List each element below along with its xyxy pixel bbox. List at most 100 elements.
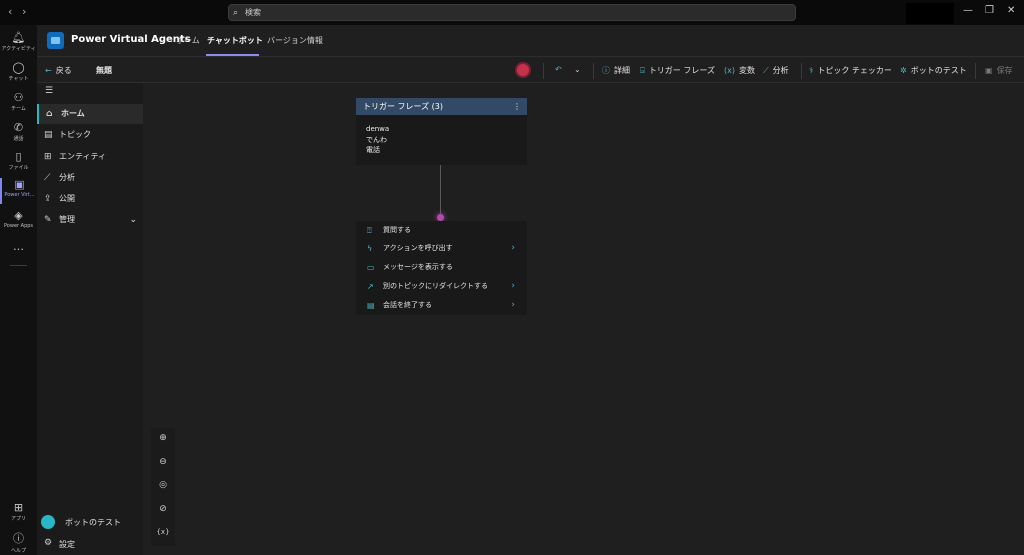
undo-icon[interactable]: ↶: [555, 65, 562, 74]
question-icon: ⍰: [367, 226, 372, 235]
nav-item-home[interactable]: ⌂ ホーム: [37, 104, 143, 124]
menu-item-end-conversation[interactable]: ▤ 会話を終了する ›: [356, 296, 527, 315]
rail-more[interactable]: …: [0, 240, 37, 253]
add-node-menu: ⍰ 質問する ϟ アクションを呼び出す › ▭ メッセージを表示する ↗ 別のトピックに…: [356, 221, 527, 315]
hamburger-menu-icon[interactable]: ☰: [45, 86, 53, 96]
lightning-icon: ϟ: [367, 244, 373, 253]
menu-item-redirect-topic[interactable]: ↗ 別のトピックにリダイレクトする ›: [356, 277, 527, 296]
topic-checker-button[interactable]: ⚕ トピック チェッカー: [809, 65, 892, 76]
bot-avatar-icon: [41, 515, 55, 529]
home-icon: ⌂: [46, 109, 53, 119]
publish-icon: ⇪: [44, 194, 52, 204]
search-icon: ⌕: [233, 8, 239, 18]
nav-item-analytics[interactable]: ⟋ 分析: [37, 168, 143, 188]
settings-link[interactable]: 設定: [59, 539, 75, 550]
toolbar-divider: [543, 63, 544, 79]
tab-chatbot[interactable]: チャットボット: [207, 35, 263, 46]
rail-files[interactable]: ▯ ファイル: [0, 150, 37, 171]
toolbar-divider: [975, 63, 976, 79]
trigger-node-title: トリガー フレーズ (3): [363, 102, 444, 111]
analytics-button[interactable]: ⟋ 分析: [763, 65, 789, 76]
left-navigation: ☰ ⌂ ホーム ▤ トピック ⊞ エンティティ ⟋ 分析 ⇪ 公開 ✎ 管理 ⌄ ボットのテ…: [37, 83, 143, 555]
menu-item-ask-question[interactable]: ⍰ 質問する: [356, 221, 527, 240]
app-rail: 🔔︎ アクティビティ ◯ チャット ⚇ チーム ✆ 通話 ▯ ファイル ▣ Po…: [0, 25, 37, 555]
trigger-phrase: 電話: [366, 146, 380, 154]
app-name: Power Virtual Agents: [71, 34, 191, 45]
test-bot-button[interactable]: ✲ ボットのテスト: [900, 65, 967, 76]
add-node-point[interactable]: [437, 214, 444, 221]
topic-name[interactable]: 無題: [96, 65, 112, 76]
rail-power-virtual-agents[interactable]: ▣ Power Virt...: [0, 178, 37, 204]
search-input[interactable]: ⌕ 検索: [228, 4, 796, 21]
back-arrow-icon[interactable]: ‹: [8, 5, 12, 18]
chart-icon: ⟋: [44, 173, 51, 183]
app-header: Power Virtual Agents ホーム チャットボット バージョン情報: [37, 25, 1024, 57]
chevron-down-icon[interactable]: ⌄: [574, 65, 581, 74]
rail-chat[interactable]: ◯ チャット: [0, 61, 37, 82]
redirect-icon: ↗: [367, 282, 374, 291]
authoring-canvas[interactable]: [143, 83, 1024, 555]
rail-power-apps[interactable]: ◈ Power Apps: [0, 209, 37, 229]
variable-icon: (x): [724, 66, 735, 75]
chevron-right-icon: ›: [511, 281, 515, 291]
teams-icon: ⚇: [13, 91, 24, 104]
forward-arrow-icon[interactable]: ›: [22, 5, 26, 18]
rail-divider: [10, 265, 27, 266]
save-button[interactable]: ▣ 保存: [985, 65, 1013, 76]
rail-teams[interactable]: ⚇ チーム: [0, 91, 37, 112]
zoom-in-icon[interactable]: ⊕: [155, 430, 171, 446]
tab-home[interactable]: ホーム: [176, 35, 200, 46]
back-arrow-icon: ←: [45, 66, 52, 75]
chevron-down-icon: ⌄: [129, 215, 137, 225]
toolbar-divider: [801, 63, 802, 79]
profile-avatar[interactable]: [906, 3, 954, 24]
chevron-right-icon: ›: [511, 243, 515, 253]
recenter-icon[interactable]: ◎: [155, 477, 171, 493]
toolbar-divider: [593, 63, 594, 79]
tab-version-info[interactable]: バージョン情報: [267, 35, 323, 46]
end-conversation-icon: ▤: [367, 301, 375, 310]
trigger-phrases-node[interactable]: トリガー フレーズ (3) ⋮ denwa でんわ 電話: [356, 98, 527, 165]
help-icon: ⓘ: [13, 532, 24, 545]
close-icon[interactable]: ✕: [1007, 5, 1015, 16]
rail-apps[interactable]: ⊞ アプリ: [0, 501, 37, 522]
rail-activity[interactable]: 🔔︎ アクティビティ: [0, 31, 37, 52]
save-icon: ▣: [985, 66, 993, 75]
title-bar: ‹ › ⌕ 検索 — ❐ ✕: [0, 0, 1024, 25]
nav-item-manage[interactable]: ✎ 管理 ⌄: [37, 210, 143, 230]
topic-icon: ▤: [44, 130, 53, 140]
file-icon: ▯: [15, 150, 22, 163]
rail-calls[interactable]: ✆ 通話: [0, 121, 37, 142]
apps-icon: ⊞: [13, 501, 24, 514]
test-bot-link[interactable]: ボットのテスト: [65, 517, 121, 528]
phone-icon: ✆: [13, 121, 24, 134]
nav-item-topics[interactable]: ▤ トピック: [37, 125, 143, 145]
nav-item-entities[interactable]: ⊞ エンティティ: [37, 147, 143, 167]
search-placeholder: 検索: [245, 8, 261, 17]
menu-item-show-message[interactable]: ▭ メッセージを表示する: [356, 258, 527, 277]
bot-icon: ✲: [900, 66, 907, 75]
variables-button[interactable]: (x) 変数: [724, 65, 755, 76]
trigger-phrases-button[interactable]: ⍈ トリガー フレーズ: [640, 65, 715, 76]
power-virtual-agents-logo-icon: [47, 32, 64, 49]
message-icon: ▭: [367, 263, 375, 272]
variables-icon[interactable]: {x}: [155, 524, 171, 540]
more-options-icon[interactable]: ⋮: [513, 98, 521, 115]
minimize-icon[interactable]: —: [963, 5, 973, 16]
stop-icon[interactable]: [517, 64, 529, 76]
reset-view-icon[interactable]: ⊘: [155, 501, 171, 517]
power-apps-icon: ◈: [14, 209, 23, 222]
node-connector: [440, 165, 441, 217]
zoom-out-icon[interactable]: ⊖: [155, 454, 171, 470]
chart-icon: ⟋: [763, 66, 769, 75]
menu-item-call-action[interactable]: ϟ アクションを呼び出す ›: [356, 239, 527, 258]
rail-help[interactable]: ⓘ ヘルプ: [0, 530, 37, 554]
chevron-right-icon: ›: [511, 300, 515, 310]
toolbar: ← 戻る 無題 ↶ ⌄ ⓘ 詳細 ⍈ トリガー フレーズ (x) 変数 ⟋ 分析 ⚕ トピッ…: [37, 58, 1024, 83]
back-button[interactable]: ← 戻る: [45, 65, 72, 76]
trigger-phrase: denwa: [366, 125, 390, 133]
nav-item-publish[interactable]: ⇪ 公開: [37, 189, 143, 209]
details-button[interactable]: ⓘ 詳細: [602, 65, 630, 76]
gear-icon: ⚙: [44, 538, 53, 548]
maximize-icon[interactable]: ❐: [985, 5, 994, 16]
